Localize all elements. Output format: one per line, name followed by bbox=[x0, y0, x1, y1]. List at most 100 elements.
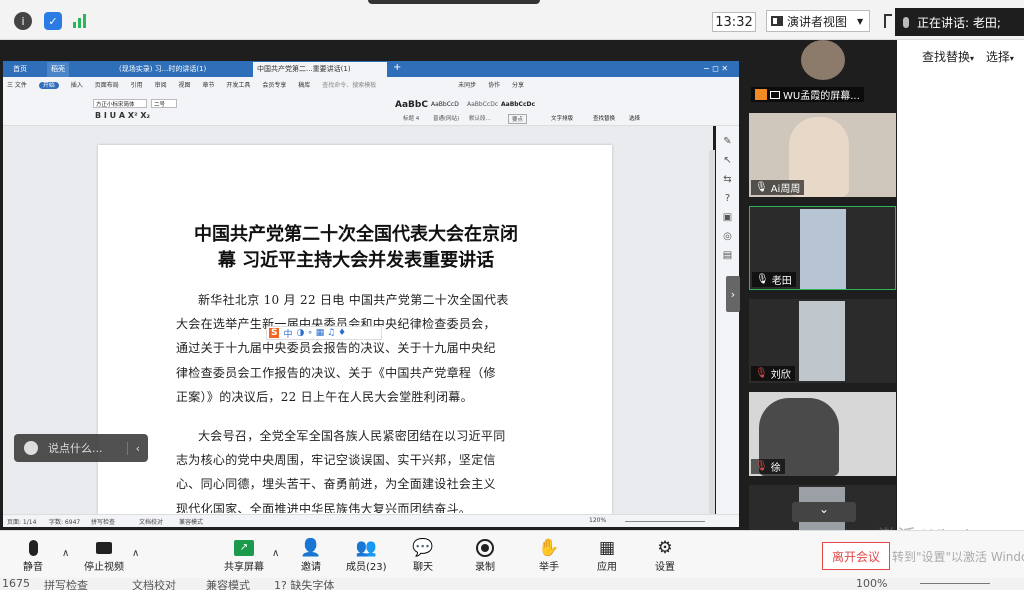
find-replace-menu[interactable]: 查找替换 bbox=[922, 50, 970, 64]
invite-button[interactable]: 👤 邀请 bbox=[300, 538, 322, 573]
menu-library[interactable]: 稿库 bbox=[298, 82, 310, 89]
speaking-label: 正在讲话: 老田; bbox=[917, 15, 1001, 30]
new-tab-icon[interactable]: + bbox=[389, 60, 405, 75]
menu-references[interactable]: 引用 bbox=[131, 82, 143, 89]
wps-status-bar: 页面: 1/14 字数: 6947 拼写检查 文档校对 兼容模式 120% bbox=[3, 514, 739, 527]
participant-tile[interactable]: WU孟霞的屏幕... bbox=[749, 40, 896, 104]
settings-button[interactable]: ⚙ 设置 bbox=[654, 538, 676, 573]
select-button[interactable]: 选择 bbox=[629, 114, 640, 122]
menu-chapter[interactable]: 章节 bbox=[202, 82, 214, 89]
menu-share[interactable]: 分享 bbox=[512, 82, 524, 89]
view-mode-label: 演讲者视图 bbox=[787, 14, 848, 29]
paragraph-1: 新华社北京 10 月 22 日电 中国共产党第二十次全国代表 大会在选举产生新一… bbox=[176, 288, 536, 409]
doc-scrollbar[interactable] bbox=[709, 150, 715, 514]
participant-tile[interactable]: 🎙 徐 bbox=[749, 392, 896, 476]
footer-spell[interactable]: 拼写检查 bbox=[44, 577, 88, 590]
footer-zoom-slider[interactable] bbox=[920, 583, 990, 584]
ime-mode: 中 bbox=[283, 329, 293, 340]
find-menu: 查找替换▾ 选择▾ bbox=[922, 50, 1014, 64]
participant-tile[interactable]: 🎙 刘欣 bbox=[749, 299, 896, 383]
raise-hand-button[interactable]: ✋ 举手 bbox=[538, 538, 560, 573]
wps-tab-doc2[interactable]: 中国共产党第二...重要讲话(1) bbox=[253, 62, 387, 77]
wps-tab-home[interactable]: 首页 bbox=[9, 62, 31, 77]
collapse-panel-button[interactable]: › bbox=[726, 276, 740, 312]
leave-meeting-button[interactable]: 离开会议 bbox=[822, 542, 890, 570]
menu-review[interactable]: 审阅 bbox=[155, 82, 167, 89]
ime-tools-icon: ◑ ∘ ▦ ♫ ♦ bbox=[296, 328, 347, 338]
comment-bar[interactable]: 说点什么... ‹ bbox=[14, 434, 148, 462]
chat-button[interactable]: 💬 聊天 bbox=[412, 538, 434, 573]
scroll-down-button[interactable]: ⌄ bbox=[792, 502, 856, 522]
font-size-select[interactable]: 二号 bbox=[151, 99, 177, 108]
raise-label: 举手 bbox=[539, 562, 559, 573]
view-mode-icon bbox=[771, 16, 783, 26]
share-screen-icon: ↗ bbox=[233, 538, 255, 558]
participant-tile[interactable]: 🎙 Ai周周 bbox=[749, 113, 896, 197]
zoom-slider[interactable] bbox=[625, 521, 705, 522]
style-key[interactable]: AaBbCcDc bbox=[501, 101, 535, 108]
document-title: 中国共产党第二十次全国代表大会在京闭 幕 习近平主持大会并发表重要讲话 bbox=[176, 222, 536, 274]
status-spell[interactable]: 拼写检查 bbox=[91, 517, 115, 526]
side-tool-icons[interactable]: ✎ ↖ ⇆? ▣ ◎ ▤ bbox=[716, 126, 739, 265]
signal-icon[interactable] bbox=[72, 13, 88, 29]
status-proof[interactable]: 文档校对 bbox=[139, 517, 163, 526]
participant-name-bar: WU孟霞的屏幕... bbox=[751, 87, 864, 102]
command-search[interactable]: 查找命令、搜索模板 bbox=[322, 82, 376, 89]
participant-name-bar: 🎙 老田 bbox=[752, 272, 796, 287]
apps-button[interactable]: ▦ 应用 bbox=[596, 538, 618, 573]
raise-hand-icon: ✋ bbox=[538, 538, 560, 558]
participant-tile-active[interactable]: 🎙 老田 bbox=[749, 206, 896, 290]
members-label: 成员(23) bbox=[346, 562, 387, 573]
chevron-left-icon[interactable]: ‹ bbox=[126, 441, 140, 455]
footer-proof[interactable]: 文档校对 bbox=[132, 577, 176, 590]
footer-missing-font[interactable]: 1? 缺失字体 bbox=[274, 577, 334, 590]
title-line-2: 幕 习近平主持大会并发表重要讲话 bbox=[217, 250, 495, 271]
menu-sync[interactable]: 未同步 bbox=[458, 82, 476, 89]
chat-bubble-icon: 💬 bbox=[412, 538, 434, 558]
record-button[interactable]: 录制 bbox=[474, 538, 496, 573]
para2-line: 心、同心同德，埋头苦干、奋勇前进，为全面建设社会主义 bbox=[176, 477, 496, 492]
ime-toolbar[interactable]: S 中 ◑ ∘ ▦ ♫ ♦ bbox=[266, 326, 382, 340]
menu-collab[interactable]: 协作 bbox=[488, 82, 500, 89]
meeting-window: i ✓ 13:32 演讲者视图 ▼ 正在讲话: 老田; 首页 稻壳 (现场实录)… bbox=[0, 0, 1024, 590]
top-handle bbox=[368, 0, 540, 4]
mute-button[interactable]: 静音 bbox=[22, 538, 44, 573]
wps-tab-doc1[interactable]: (现场实录) 习...时的讲话(1) bbox=[115, 62, 210, 77]
menu-member[interactable]: 会员专享 bbox=[262, 82, 286, 89]
style-normal[interactable]: AaBbCcD bbox=[431, 101, 459, 108]
stop-video-button[interactable]: 停止视频 bbox=[84, 538, 124, 573]
fullscreen-icon[interactable] bbox=[884, 14, 892, 28]
chat-label: 聊天 bbox=[413, 562, 433, 573]
font-name-select[interactable]: 方正小标宋简体 bbox=[93, 99, 147, 108]
footer-compat: 兼容模式 bbox=[206, 579, 250, 590]
chevron-up-icon[interactable]: ∧ bbox=[62, 548, 69, 559]
style-heading[interactable]: AaBbC bbox=[395, 100, 428, 110]
menu-start[interactable]: 开始 bbox=[38, 82, 59, 89]
participant-name: Ai周周 bbox=[770, 184, 801, 195]
participant-name-bar: 🎙 刘欣 bbox=[751, 366, 795, 381]
menu-view[interactable]: 视图 bbox=[179, 82, 191, 89]
security-shield-icon[interactable]: ✓ bbox=[44, 12, 62, 30]
window-controls[interactable]: − ◻ ✕ bbox=[699, 62, 732, 77]
emoji-icon[interactable] bbox=[24, 441, 38, 455]
menu-layout[interactable]: 页面布局 bbox=[95, 82, 119, 89]
menu-file[interactable]: 三 文件 bbox=[7, 82, 27, 89]
info-icon[interactable]: i bbox=[14, 12, 32, 30]
format-buttons[interactable]: B I U A X² X₂ bbox=[95, 111, 150, 120]
para2-line: 志为核心的党中央周围，牢记空谈误国、实干兴邦，坚定信 bbox=[176, 453, 496, 468]
text-layout-button[interactable]: 文字排版 bbox=[551, 114, 573, 122]
members-button[interactable]: 👥 成员(23) bbox=[346, 538, 387, 573]
para1-line: 新华社北京 10 月 22 日电 中国共产党第二十次全国代表 bbox=[198, 293, 509, 307]
share-screen-button[interactable]: ↗ 共享屏幕 bbox=[224, 538, 264, 573]
meeting-top-bar: i ✓ 13:32 演讲者视图 ▼ 正在讲话: 老田; bbox=[0, 0, 1024, 40]
wps-tab-docer[interactable]: 稻壳 bbox=[47, 62, 69, 77]
menu-developer[interactable]: 开发工具 bbox=[226, 82, 250, 89]
select-menu[interactable]: 选择 bbox=[986, 50, 1010, 64]
chevron-up-icon[interactable]: ∧ bbox=[132, 548, 139, 559]
style-default[interactable]: AaBbCcDc bbox=[467, 101, 498, 108]
find-replace-button[interactable]: 查找替换 bbox=[593, 114, 615, 122]
style-name-2: 普通(网站) bbox=[433, 116, 460, 122]
view-mode-dropdown[interactable]: 演讲者视图 ▼ bbox=[766, 10, 870, 32]
chevron-up-icon[interactable]: ∧ bbox=[272, 548, 279, 559]
menu-insert[interactable]: 插入 bbox=[71, 82, 83, 89]
